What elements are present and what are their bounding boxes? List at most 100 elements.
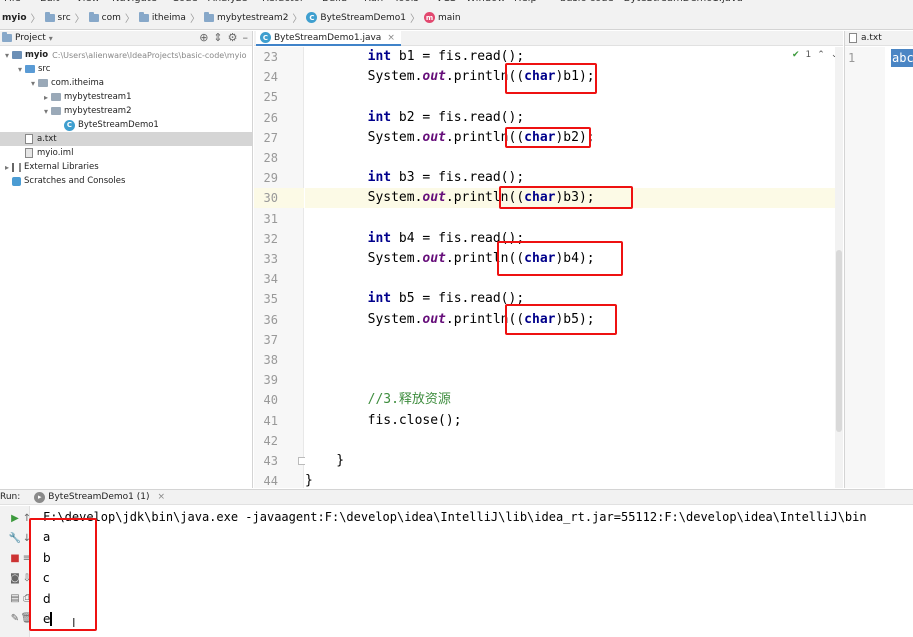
check-icon: ✔ [792, 50, 800, 60]
hide-icon[interactable]: – [243, 32, 249, 44]
chevron-right-icon: 〉 [74, 14, 85, 25]
code-line[interactable]: int b2 = fis.read(); [305, 108, 843, 128]
inspection-widget[interactable]: ✔ 1 ⌃ ⌄ [792, 50, 838, 60]
menu-item[interactable]: Window [466, 0, 505, 4]
tab-run-config[interactable]: ▸ ByteStreamDemo1 (1) × [34, 491, 166, 503]
menu-item[interactable]: Refactor [262, 0, 304, 4]
file-content[interactable]: abcde [891, 49, 913, 67]
tree-item[interactable]: myio.iml [0, 146, 252, 160]
line-number: 37 [263, 332, 278, 347]
tree-item-label: ByteStreamDemo1 [78, 120, 159, 130]
menu-item[interactable]: Build [322, 0, 347, 4]
tree-item[interactable]: ▾ com.itheima [0, 76, 252, 90]
collapse-all-icon[interactable]: ⇕ [213, 32, 222, 44]
code-line[interactable] [305, 431, 843, 451]
inspection-count: 1 [805, 50, 812, 60]
tree-item[interactable]: ▾ mybytestream2 [0, 104, 252, 118]
run-console[interactable]: F:\develop\jdk\bin\java.exe -javaagent:F… [31, 506, 913, 637]
project-panel-title[interactable]: Project [15, 33, 46, 43]
code-line[interactable] [305, 370, 843, 390]
chevron-down-icon[interactable]: ▾ [15, 65, 25, 74]
chevron-down-icon[interactable]: ▾ [41, 107, 51, 116]
breadcrumb-label: itheima [151, 12, 186, 23]
gear-icon[interactable]: ⚙ [228, 32, 238, 44]
close-icon[interactable]: × [158, 492, 166, 502]
run-tab-label: ByteStreamDemo1 (1) [48, 492, 150, 502]
menu-item[interactable]: Edit [40, 0, 59, 4]
code-token: out [422, 311, 446, 327]
code-line[interactable] [305, 350, 843, 370]
code-token: //3.释放资源 [305, 392, 451, 408]
menu-item[interactable]: Analyze [208, 0, 247, 4]
tab-a-txt[interactable]: a.txt [845, 31, 913, 46]
editor-gutter: 23 24 25 26 27 28 29 30 31 32 33 34 35 36 37 38 39 40 41 42… [254, 47, 306, 488]
tree-item[interactable]: Scratches and Consoles [0, 174, 252, 188]
breadcrumb-label: com [101, 12, 121, 23]
chevron-down-icon[interactable]: ▾ [49, 34, 53, 43]
tree-item[interactable]: ▾ src [0, 62, 252, 76]
code-token: fis.close(); [305, 412, 462, 428]
tree-item[interactable]: ▸ External Libraries [0, 160, 252, 174]
code-line[interactable]: fis.close(); [305, 411, 843, 431]
code-line[interactable]: } [305, 451, 843, 471]
close-icon[interactable]: × [387, 33, 395, 43]
breadcrumb-label: src [57, 12, 71, 23]
menu-item[interactable]: File [4, 0, 21, 4]
tree-item[interactable]: a.txt [0, 132, 252, 146]
chevron-down-icon[interactable]: ▾ [28, 79, 38, 88]
window-title: basic-code - ByteStreamDemo1.java [560, 0, 743, 4]
menu-item[interactable]: Help [514, 0, 537, 4]
tree-item-label: myio [25, 50, 49, 60]
breadcrumb-label: main [438, 12, 461, 23]
breadcrumb: myio 〉 src 〉 com 〉 itheima 〉 mybytestream2 〉 C Byte… [0, 6, 913, 30]
code-token: int [367, 49, 392, 64]
text-file-icon [25, 134, 33, 144]
run-label: Run: [0, 492, 21, 502]
method-icon: m [424, 12, 436, 23]
line-number: 27 [263, 130, 278, 145]
chevron-up-icon[interactable]: ⌃ [817, 50, 825, 60]
secondary-gutter [845, 47, 885, 488]
chevron-right-icon[interactable]: ▸ [2, 163, 12, 172]
menu-item[interactable]: VCS [436, 0, 456, 4]
breadcrumb-label: mybytestream2 [216, 12, 289, 23]
code-line[interactable]: } [305, 471, 843, 488]
line-number: 33 [263, 252, 278, 266]
tree-item[interactable]: ▸ mybytestream1 [0, 90, 252, 104]
folder-icon [88, 11, 99, 22]
code-line[interactable] [305, 209, 843, 229]
tree-item-label: Scratches and Consoles [24, 176, 126, 186]
menu-item[interactable]: Code [172, 0, 198, 4]
breadcrumb-item[interactable]: C ByteStreamDemo1 [306, 6, 406, 30]
annotation-box [505, 63, 597, 94]
code-token: out [422, 69, 446, 85]
library-icon [12, 162, 21, 172]
breadcrumb-item[interactable]: m main [424, 6, 461, 30]
breadcrumb-item[interactable]: mybytestream2 [203, 6, 289, 30]
code-token: int [367, 109, 392, 125]
chevron-right-icon[interactable]: ▸ [41, 93, 51, 102]
menu-item[interactable]: Navigate [112, 0, 157, 4]
class-icon: C [260, 32, 271, 43]
chevron-right-icon: 〉 [292, 14, 303, 25]
editor-scroll-thumb[interactable] [836, 250, 842, 432]
breadcrumb-item[interactable]: com [88, 6, 121, 30]
tab-bytestreamdemo1[interactable]: C ByteStreamDemo1.java × [256, 31, 401, 46]
tree-item-label: a.txt [37, 134, 57, 144]
iml-file-icon [25, 148, 33, 158]
breadcrumb-item[interactable]: itheima [138, 6, 186, 30]
chevron-down-icon[interactable]: ▾ [2, 51, 12, 60]
menu-item[interactable]: Run [364, 0, 383, 4]
secondary-editor: a.txt 1 abcde [844, 31, 913, 488]
right-tab-label: a.txt [861, 33, 882, 43]
tree-item[interactable]: C ByteStreamDemo1 [0, 118, 252, 132]
tree-item-label: mybytestream2 [64, 106, 132, 116]
menu-item[interactable]: View [76, 0, 100, 4]
tree-item[interactable]: ▾ myio C:\Users\alienware\IdeaProjects\bas… [0, 48, 252, 62]
code-line[interactable] [305, 148, 843, 168]
breadcrumb-item[interactable]: src [44, 6, 71, 30]
breadcrumb-item[interactable]: myio [2, 6, 27, 30]
code-line[interactable]: //3.释放资源 [305, 390, 843, 410]
menu-item[interactable]: Tools [394, 0, 419, 4]
locate-icon[interactable]: ⊕ [199, 32, 208, 44]
